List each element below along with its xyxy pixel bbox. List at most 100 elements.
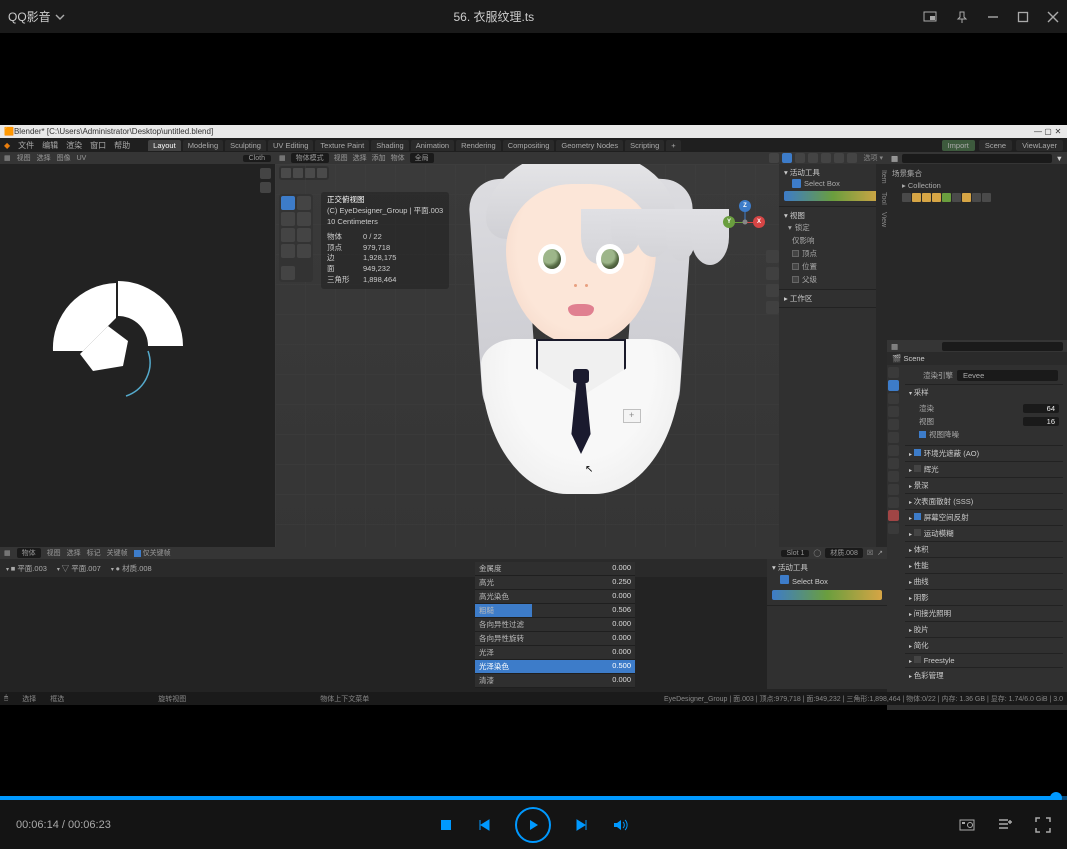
cb-denoise[interactable] [919, 431, 926, 438]
cb-parent[interactable] [792, 276, 799, 283]
shading-wire-icon[interactable] [808, 153, 818, 163]
uv-texture-name[interactable]: Cloth [243, 155, 271, 162]
editor-type-icon[interactable]: ▦ [279, 154, 286, 162]
next-button[interactable] [575, 818, 589, 832]
obj-icon[interactable] [962, 193, 971, 202]
uv-menu-image[interactable]: 图像 [57, 153, 71, 163]
section-volume[interactable]: 体积 [905, 542, 1063, 557]
props-crumb[interactable]: 🎬 Scene [887, 352, 1067, 365]
vp-menu-object[interactable]: 物体 [391, 153, 405, 163]
material-name[interactable]: 材质.008 [825, 548, 863, 558]
menu-edit[interactable]: 编辑 [42, 140, 58, 151]
shading-matprev-icon[interactable] [834, 153, 844, 163]
app-menu[interactable]: QQ影音 [8, 8, 65, 25]
tab-add[interactable]: + [666, 140, 680, 151]
mp-7-val[interactable]: 0.500 [589, 660, 635, 673]
persp-icon[interactable] [766, 301, 779, 314]
props-tab-output[interactable] [888, 380, 899, 391]
mp-1-val[interactable]: 0.250 [589, 576, 635, 589]
mp-4-val[interactable]: 0.000 [589, 618, 635, 631]
hierarchy-node-2[interactable]: ● 材质.008 [111, 563, 152, 574]
pin-icon[interactable] [955, 10, 969, 24]
section-simplify[interactable]: 简化 [905, 638, 1063, 653]
mp-3-val[interactable]: 0.506 [589, 604, 635, 617]
props-tab-render[interactable] [888, 367, 899, 378]
options-dropdown[interactable]: 选项 ▾ [864, 153, 883, 163]
nav-gizmo[interactable]: XYZ [725, 202, 765, 242]
props-tab-world[interactable] [888, 419, 899, 430]
stop-button[interactable] [439, 818, 453, 832]
mp-5-val[interactable]: 0.000 [589, 632, 635, 645]
engine-dropdown[interactable]: Eevee [957, 370, 1058, 381]
tool-addcube[interactable] [281, 266, 295, 280]
uv-zoom-icon[interactable] [260, 168, 271, 179]
section-freestyle[interactable]: Freestyle [905, 654, 1063, 667]
section-sampling[interactable]: 采样 [905, 385, 1063, 400]
overlay-toggle-icon[interactable] [782, 153, 792, 163]
tab-render[interactable]: Rendering [456, 140, 501, 151]
outliner-type-icon[interactable]: ▦ [891, 154, 898, 163]
npanel-active-tool[interactable]: ▾ 活动工具 [784, 167, 882, 178]
section-perf[interactable]: 性能 [905, 558, 1063, 573]
uv-hand-icon[interactable] [260, 182, 271, 193]
tool-measure[interactable] [297, 244, 311, 258]
vp-menu-view[interactable]: 视图 [334, 153, 348, 163]
tab-geo[interactable]: Geometry Nodes [556, 140, 623, 151]
props-tab-particle[interactable] [888, 458, 899, 469]
orientation-dropdown[interactable]: 全局 [410, 153, 434, 163]
new-material-icon[interactable]: ☒ [867, 549, 873, 557]
section-indirect[interactable]: 间接光照明 [905, 606, 1063, 621]
mp-6-val[interactable]: 0.000 [589, 646, 635, 659]
minimize-button[interactable] [987, 11, 999, 23]
section-ssr[interactable]: 屏幕空间反射 [905, 510, 1063, 525]
uv-menu-uv[interactable]: UV [77, 155, 87, 162]
tab-modeling[interactable]: Modeling [183, 140, 223, 151]
tab-layout[interactable]: Layout [148, 140, 181, 151]
playlist-button[interactable] [997, 817, 1013, 833]
close-button[interactable] [1047, 11, 1059, 23]
obj-icon[interactable] [972, 193, 981, 202]
lnp-active-tool[interactable]: ▾ 活动工具 [772, 562, 882, 573]
maximize-button[interactable] [1017, 11, 1029, 23]
fullscreen-button[interactable] [1035, 817, 1051, 833]
tab-uv[interactable]: UV Editing [268, 140, 313, 151]
mode-dropdown[interactable]: 物体模式 [291, 153, 329, 163]
hierarchy-node-0[interactable]: ■ 平面.003 [6, 563, 47, 574]
viewlayer-field[interactable]: ViewLayer [1016, 140, 1063, 151]
tab-comp[interactable]: Compositing [503, 140, 555, 151]
tl-menu-select[interactable]: 选择 [67, 548, 81, 558]
shading-rendered-icon[interactable] [847, 153, 857, 163]
props-search[interactable] [942, 342, 1063, 351]
lnp-colorbar[interactable] [772, 590, 882, 600]
snapshot-button[interactable] [959, 817, 975, 833]
pan-icon[interactable] [766, 267, 779, 280]
camera-icon[interactable] [766, 284, 779, 297]
outliner-search[interactable] [902, 154, 1051, 163]
vp-menu-add[interactable]: 添加 [372, 153, 386, 163]
props-tab-material[interactable] [888, 510, 899, 521]
import-button[interactable]: Import [942, 140, 975, 151]
tool-rotate[interactable] [297, 212, 311, 226]
xray-icon[interactable] [795, 153, 805, 163]
tab-shading[interactable]: Shading [371, 140, 409, 151]
tl-menu-marker[interactable]: 标记 [87, 548, 101, 558]
menu-help[interactable]: 帮助 [114, 140, 130, 151]
npanel-lock[interactable]: 锁定 [795, 222, 810, 233]
tab-sculpting[interactable]: Sculpting [225, 140, 266, 151]
cb-vertex[interactable] [792, 250, 799, 257]
menu-render[interactable]: 渲染 [66, 140, 82, 151]
tl-menu-view[interactable]: 视图 [47, 548, 61, 558]
section-motion[interactable]: 运动模糊 [905, 526, 1063, 541]
prev-button[interactable] [477, 818, 491, 832]
mp-2-val[interactable]: 0.000 [589, 590, 635, 603]
blender-max-icon[interactable]: ▢ [1043, 127, 1053, 136]
render-samples-val[interactable]: 64 [1023, 404, 1059, 413]
obj-icon[interactable] [932, 193, 941, 202]
props-tab-view[interactable] [888, 393, 899, 404]
blender-min-icon[interactable]: — [1033, 127, 1043, 136]
section-bloom[interactable]: 辉光 [905, 462, 1063, 477]
blender-close-icon[interactable]: ✕ [1053, 127, 1063, 136]
mp-8-val[interactable]: 0.000 [589, 674, 635, 687]
npanel-workspace[interactable]: ▸ 工作区 [784, 293, 882, 304]
tool-scale[interactable] [281, 228, 295, 242]
